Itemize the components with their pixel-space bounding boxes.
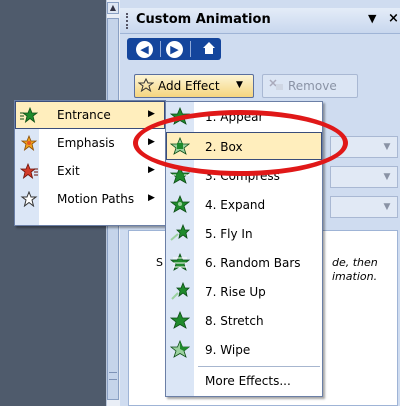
menu-item-label: 9. Wipe (205, 343, 251, 357)
menu-item-label: Emphasis (57, 136, 115, 150)
menu-item-label: Motion Paths (57, 192, 135, 206)
menu-item-label: Entrance (57, 108, 111, 122)
hint-text-left: S (156, 256, 163, 269)
chevron-down-icon: ▼ (383, 202, 391, 212)
chevron-down-icon: ▼ (236, 80, 243, 90)
hint-text: de, then imation. (332, 256, 378, 283)
task-pane-title: Custom Animation (136, 12, 271, 27)
scrollbar-grip-icon (109, 372, 117, 380)
scroll-up-icon[interactable]: ▲ (107, 2, 119, 14)
submenu-arrow-icon: ▶ (148, 165, 155, 175)
back-button[interactable]: ◀ (136, 41, 153, 58)
home-icon[interactable] (202, 41, 216, 59)
divider (190, 41, 191, 57)
menu-item-label: 6. Random Bars (205, 256, 301, 270)
add-effect-label: Add Effect (158, 79, 220, 93)
menu-item-label: 4. Expand (205, 198, 266, 212)
highlight-ellipse (133, 110, 348, 176)
menu-item-label: 5. Fly In (205, 227, 253, 241)
fly-in-icon (170, 223, 190, 246)
expand-icon (169, 194, 191, 217)
forward-button[interactable]: ▶ (166, 41, 183, 58)
random-bars-icon (169, 252, 191, 275)
pane-menu-arrow-icon[interactable]: ▼ (368, 12, 376, 25)
chevron-down-icon: ▼ (383, 172, 391, 182)
submenu-arrow-icon: ▶ (148, 109, 155, 119)
menu-item-label: 7. Rise Up (205, 285, 266, 299)
rise-up-icon (170, 281, 190, 304)
star-add-icon (137, 77, 155, 96)
chevron-down-icon: ▼ (383, 142, 391, 152)
wipe-icon (169, 339, 191, 362)
remove-icon (268, 78, 284, 95)
stretch-icon (169, 310, 191, 333)
menu-item-label: Exit (57, 164, 80, 178)
divider (160, 41, 161, 57)
close-icon[interactable]: × (388, 11, 399, 26)
more-effects-label: More Effects... (205, 374, 291, 388)
entrance-star-icon (20, 106, 39, 127)
emphasis-star-icon (20, 134, 38, 155)
motion-path-star-icon (20, 190, 38, 211)
menu-item-label: 8. Stretch (205, 314, 264, 328)
exit-star-icon (19, 162, 38, 183)
drag-handle-icon[interactable] (126, 13, 128, 29)
submenu-arrow-icon: ▶ (148, 193, 155, 203)
remove-label: Remove (288, 79, 337, 93)
menu-separator (198, 366, 320, 367)
